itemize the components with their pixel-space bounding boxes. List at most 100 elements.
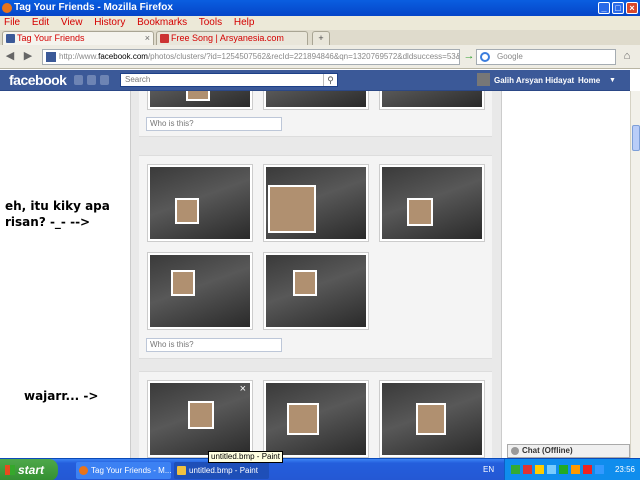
photo-thumbnail[interactable]: [263, 380, 369, 458]
tab-label: Tag Your Friends: [17, 33, 85, 43]
tab-free-song[interactable]: Free Song | Arsyanesia.com: [156, 31, 308, 45]
menu-help[interactable]: Help: [234, 17, 255, 28]
photo-thumbnail[interactable]: [379, 380, 485, 458]
messages-icon[interactable]: [87, 75, 96, 85]
url-domain: facebook.com: [98, 52, 148, 61]
facebook-favicon: [6, 34, 15, 43]
minimize-button[interactable]: _: [598, 2, 610, 14]
navigation-toolbar: ◀ ▶ http://www.facebook.com/photos/clust…: [0, 45, 640, 69]
annotation-note: wajarr... ->: [24, 389, 99, 403]
clock: 23:56: [614, 465, 635, 474]
tray-icon[interactable]: [511, 465, 520, 474]
face-tag-box[interactable]: [407, 198, 433, 226]
face-tag-box[interactable]: [175, 198, 199, 224]
taskbar-button-label: untitled.bmp - Paint: [189, 466, 258, 475]
photo: [150, 255, 250, 327]
who-is-this-input[interactable]: Who is this?: [146, 117, 282, 131]
windows-taskbar: start Tag Your Friends - M... untitled.b…: [0, 458, 640, 480]
tab-tag-your-friends[interactable]: Tag Your Friends ×: [2, 31, 154, 45]
facebook-favicon: [46, 52, 56, 62]
face-tag-box[interactable]: [287, 403, 319, 435]
maximize-button[interactable]: □: [612, 2, 624, 14]
taskbar-button-label: Tag Your Friends - M...: [91, 466, 171, 475]
tray-icon[interactable]: [523, 465, 532, 474]
photo-thumbnail[interactable]: ×: [147, 380, 253, 458]
avatar: [477, 73, 490, 86]
window-title: Tag Your Friends - Mozilla Firefox: [14, 2, 173, 13]
tab-close-icon[interactable]: ×: [145, 32, 150, 44]
vertical-scrollbar[interactable]: [630, 91, 640, 458]
windows-logo-icon: [5, 465, 15, 475]
window-titlebar: Tag Your Friends - Mozilla Firefox _ □ ×: [0, 0, 640, 16]
scrollbar-thumb[interactable]: [632, 125, 640, 151]
tray-icon[interactable]: [583, 465, 592, 474]
go-arrow-icon[interactable]: →: [462, 49, 476, 63]
account-dropdown-icon[interactable]: ▼: [609, 73, 616, 88]
tray-icon[interactable]: [559, 465, 568, 474]
annotation-note: eh, itu kiky apa risan? -_- -->: [5, 198, 110, 230]
start-button[interactable]: start: [0, 459, 58, 480]
photo-thumbnail[interactable]: [147, 164, 253, 242]
menu-bookmarks[interactable]: Bookmarks: [137, 17, 187, 28]
url-path: /photos/clusters/?id=1254507562&recId=22…: [147, 52, 460, 61]
photo-thumbnail[interactable]: [379, 91, 485, 110]
photo-thumbnail[interactable]: [147, 252, 253, 330]
language-indicator[interactable]: EN: [483, 459, 494, 480]
taskbar-paint-button[interactable]: untitled.bmp - Paint: [174, 462, 269, 479]
menubar: File Edit View History Bookmarks Tools H…: [0, 16, 640, 30]
photo-thumbnail[interactable]: [263, 252, 369, 330]
face-tag-box[interactable]: [268, 185, 316, 233]
face-cluster: Who is this?: [139, 155, 492, 359]
tab-label: Free Song | Arsyanesia.com: [171, 33, 284, 43]
annotation-line: eh, itu kiky apa: [5, 199, 110, 213]
firefox-icon: [2, 3, 12, 13]
paint-icon: [177, 466, 186, 475]
menu-view[interactable]: View: [61, 17, 83, 28]
firefox-icon: [79, 466, 88, 475]
face-tag-box[interactable]: [416, 403, 446, 435]
forward-arrow-icon[interactable]: ▶: [21, 49, 35, 63]
face-tag-box[interactable]: [186, 91, 210, 101]
new-tab-button[interactable]: +: [312, 31, 330, 45]
web-search-input[interactable]: Google: [476, 49, 616, 65]
menu-tools[interactable]: Tools: [199, 17, 222, 28]
system-tray: 23:56: [504, 459, 640, 480]
search-icon[interactable]: ⚲: [323, 74, 337, 86]
annotation-line: risan? -_- -->: [5, 215, 91, 229]
face-cluster: ×: [139, 371, 492, 458]
remove-photo-icon[interactable]: ×: [240, 383, 246, 395]
home-link[interactable]: Home: [578, 73, 600, 88]
tab-strip: Tag Your Friends × Free Song | Arsyanesi…: [0, 30, 640, 45]
photo-thumbnail[interactable]: [379, 164, 485, 242]
profile-link[interactable]: Galih Arsyan Hidayat: [477, 73, 574, 88]
tray-icon[interactable]: [571, 465, 580, 474]
who-is-this-input[interactable]: Who is this?: [146, 338, 282, 352]
photo-thumbnail[interactable]: [147, 91, 253, 110]
tray-icon[interactable]: [535, 465, 544, 474]
menu-edit[interactable]: Edit: [32, 17, 49, 28]
site-favicon: [160, 34, 169, 43]
menu-history[interactable]: History: [94, 17, 125, 28]
face-tag-box[interactable]: [171, 270, 195, 296]
facebook-search-placeholder: Search: [125, 75, 151, 84]
facebook-logo[interactable]: facebook: [9, 72, 67, 88]
tray-icon[interactable]: [547, 465, 556, 474]
facebook-search-input[interactable]: Search ⚲: [120, 73, 338, 87]
photo-thumbnail[interactable]: [263, 91, 369, 110]
home-icon[interactable]: ⌂: [620, 49, 634, 63]
tray-icon[interactable]: [595, 465, 604, 474]
face-tag-box[interactable]: [293, 270, 317, 296]
menu-file[interactable]: File: [4, 17, 20, 28]
face-cluster: Who is this?: [139, 91, 492, 137]
taskbar-firefox-button[interactable]: Tag Your Friends - M...: [76, 462, 171, 479]
back-arrow-icon[interactable]: ◀: [3, 49, 17, 63]
friend-requests-icon[interactable]: [74, 75, 83, 85]
photo: [150, 167, 250, 239]
chat-bar[interactable]: Chat (Offline): [507, 444, 630, 458]
facebook-header: facebook Search ⚲ Galih Arsyan Hidayat H…: [0, 70, 630, 91]
notifications-icon[interactable]: [100, 75, 109, 85]
photo-thumbnail[interactable]: [263, 164, 369, 242]
url-bar[interactable]: http://www.facebook.com/photos/clusters/…: [42, 49, 460, 65]
close-button[interactable]: ×: [626, 2, 638, 14]
face-tag-box[interactable]: [188, 401, 214, 429]
